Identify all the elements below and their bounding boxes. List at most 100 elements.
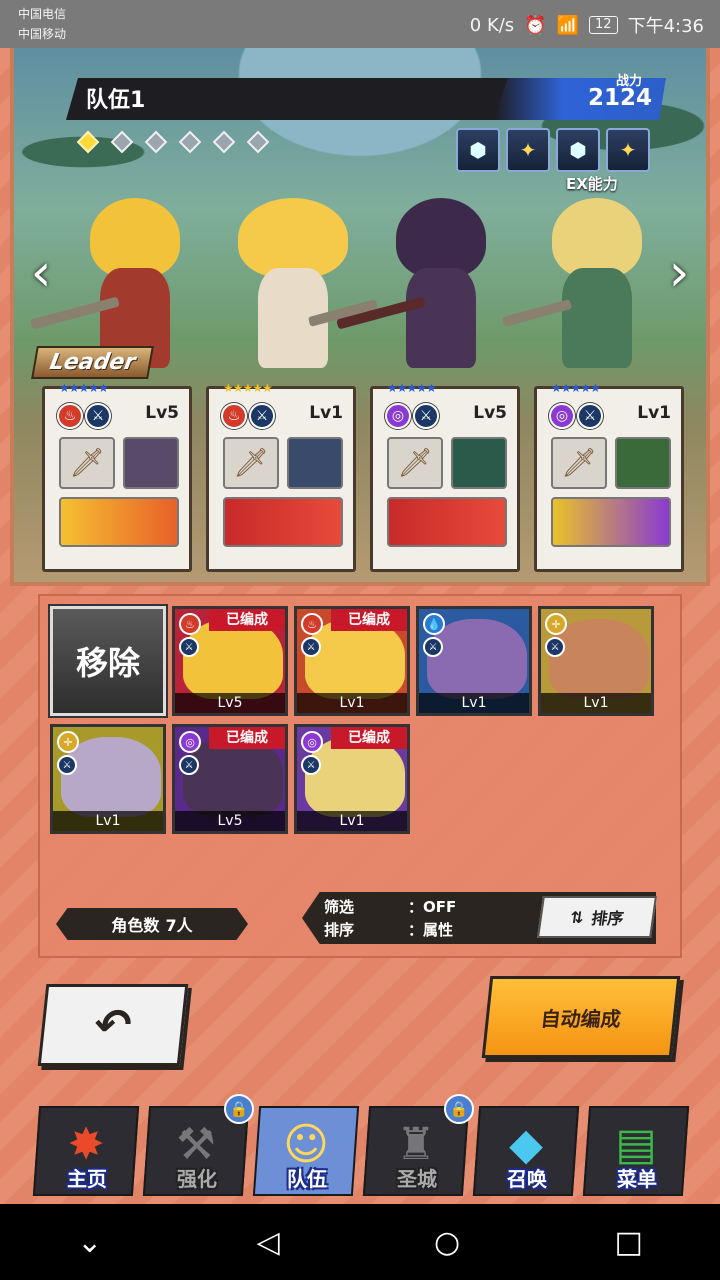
sword-type-icon: ⚔ <box>301 755 321 775</box>
party-character-4[interactable] <box>501 198 660 378</box>
team-name[interactable]: 队伍1 <box>86 82 145 114</box>
auto-form-button[interactable]: 自动编成 <box>481 976 681 1058</box>
fire-icon: ♨ <box>179 613 201 635</box>
team-page-dot[interactable] <box>246 130 270 154</box>
wyrmprint-slot[interactable] <box>123 437 179 489</box>
sword-type-icon: ⚔ <box>57 755 77 775</box>
light-icon: ✛ <box>57 731 79 753</box>
clock: 下午4:36 <box>627 16 704 37</box>
unit-level: Lv1 <box>297 693 407 713</box>
light-icon: ✛ <box>545 613 567 635</box>
home-circle-icon[interactable]: ○ <box>434 1225 460 1260</box>
team-page-dot[interactable] <box>110 130 134 154</box>
weapon-slot[interactable]: 🗡 <box>551 437 607 489</box>
remove-button[interactable]: 移除 <box>50 606 166 716</box>
party-character-3[interactable] <box>336 198 504 378</box>
nav-label: 队伍 <box>287 1167 327 1191</box>
sort-button[interactable]: ⇅ 排序 <box>537 896 657 938</box>
fire-icon: ♨ <box>301 613 323 635</box>
wyrmprint-slot[interactable] <box>287 437 343 489</box>
fire-icon: ♨ <box>57 403 83 429</box>
rarity-stars: ★★★★★ <box>387 381 437 395</box>
party-card-4[interactable]: ★★★★★ ◎ ⚔ Lv1 🗡 <box>534 381 684 572</box>
count-value: 7人 <box>165 916 193 935</box>
status-right: 0 K/s ⏰ 📶 12 下午4:36 <box>470 12 704 38</box>
roster-unit-4[interactable]: ✛ ⚔ Lv1 <box>538 606 654 716</box>
dragon-slot[interactable] <box>387 497 507 547</box>
roster-unit-6[interactable]: ◎ ⚔ 已编成 Lv5 <box>172 724 288 834</box>
auto-form-label: 自动编成 <box>539 1006 623 1031</box>
party-level: Lv1 <box>309 403 343 423</box>
party-scene: 队伍1 战力 2124 ⬢ ✦ ⬢ ✦ EX能力 ‹ › Leader ★★★★… <box>10 48 710 586</box>
count-label: 角色数 <box>111 916 160 935</box>
bottom-nav: ✸ 主页 ⚒ 🔒 强化 ☺ 队伍 ♜ 🔒 圣城 ◆ 召唤 ▤ 菜单 <box>32 1094 690 1198</box>
nav-label: 召唤 <box>507 1167 547 1191</box>
carrier-1: 中国电信 <box>18 7 67 21</box>
nav-label: 主页 <box>67 1167 107 1191</box>
ex-ability-3-icon[interactable]: ⬢ <box>556 128 600 172</box>
sword-type-icon: ⚔ <box>179 755 199 775</box>
dragon-slot[interactable] <box>59 497 179 547</box>
sword-type-icon: ⚔ <box>249 403 275 429</box>
roster-unit-3[interactable]: 💧 ⚔ Lv1 <box>416 606 532 716</box>
sword-type-icon: ⚔ <box>577 403 603 429</box>
ex-ability-2-icon[interactable]: ✦ <box>506 128 550 172</box>
nav-summon[interactable]: ◆ 召唤 <box>472 1094 580 1198</box>
team-page-dot[interactable] <box>76 130 100 154</box>
nav-menu[interactable]: ▤ 菜单 <box>582 1094 690 1198</box>
party-level: Lv5 <box>145 403 179 423</box>
rarity-stars: ★★★★★ <box>223 381 273 395</box>
wyrmprint-slot[interactable] <box>615 437 671 489</box>
in-party-badge: 已编成 <box>209 727 285 749</box>
team-page-dot[interactable] <box>178 130 202 154</box>
leader-tag: Leader <box>31 346 155 379</box>
net-speed: 0 K/s <box>469 14 515 36</box>
party-card-1[interactable]: ★★★★★ ♨ ⚔ Lv5 🗡 <box>42 381 192 572</box>
roster-unit-1[interactable]: ♨ ⚔ 已编成 Lv5 <box>172 606 288 716</box>
nav-party[interactable]: ☺ 队伍 <box>252 1094 360 1198</box>
prev-team-arrow-icon[interactable]: ‹ <box>26 238 56 308</box>
back-arrow-icon: ↶ <box>91 999 135 1051</box>
in-party-badge: 已编成 <box>331 609 407 631</box>
team-page-dot[interactable] <box>212 130 236 154</box>
rarity-stars: ★★★★★ <box>551 381 601 395</box>
unit-level: Lv5 <box>175 811 285 831</box>
recents-square-icon[interactable]: □ <box>614 1225 642 1260</box>
team-page-dot[interactable] <box>144 130 168 154</box>
party-character-2[interactable] <box>228 198 379 378</box>
party-card-3[interactable]: ★★★★★ ◎ ⚔ Lv5 🗡 <box>370 381 520 572</box>
nav-label: 强化 <box>177 1167 217 1191</box>
weapon-slot[interactable]: 🗡 <box>387 437 443 489</box>
weapon-slot[interactable]: 🗡 <box>59 437 115 489</box>
roster-unit-5[interactable]: ✛ ⚔ Lv1 <box>50 724 166 834</box>
dragon-slot[interactable] <box>223 497 343 547</box>
sword-type-icon: ⚔ <box>179 637 199 657</box>
roster-unit-2[interactable]: ♨ ⚔ 已编成 Lv1 <box>294 606 410 716</box>
back-button[interactable]: ↶ <box>37 984 189 1066</box>
wyrmprint-slot[interactable] <box>451 437 507 489</box>
nav-castle[interactable]: ♜ 🔒 圣城 <box>362 1094 474 1198</box>
shadow-icon: ◎ <box>385 403 411 429</box>
sword-type-icon: ⚔ <box>413 403 439 429</box>
unit-level: Lv1 <box>541 693 651 713</box>
party-level: Lv5 <box>473 403 507 423</box>
weapon-slot[interactable]: 🗡 <box>223 437 279 489</box>
ex-ability-1-icon[interactable]: ⬢ <box>456 128 500 172</box>
ex-ability-4-icon[interactable]: ✦ <box>606 128 650 172</box>
sort-icon: ⇅ <box>568 907 586 927</box>
roster-unit-7[interactable]: ◎ ⚔ 已编成 Lv1 <box>294 724 410 834</box>
back-triangle-icon[interactable]: ◁ <box>257 1225 280 1260</box>
nav-enhance[interactable]: ⚒ 🔒 强化 <box>142 1094 254 1198</box>
party-card-2[interactable]: ★★★★★ ♨ ⚔ Lv1 🗡 <box>206 381 356 572</box>
system-nav-bar: ⌄ ◁ ○ □ <box>0 1204 720 1280</box>
party-level: Lv1 <box>637 403 671 423</box>
dragon-slot[interactable] <box>551 497 671 547</box>
status-bar: 中国电信 中国移动 0 K/s ⏰ 📶 12 下午4:36 <box>0 0 720 48</box>
unit-level: Lv1 <box>297 811 407 831</box>
next-team-arrow-icon[interactable]: › <box>664 238 694 308</box>
ex-ability-label: EX能力 <box>566 175 618 193</box>
water-icon: 💧 <box>423 613 445 635</box>
filter-value: ：OFF <box>408 898 457 916</box>
collapse-icon[interactable]: ⌄ <box>77 1225 102 1260</box>
nav-home[interactable]: ✸ 主页 <box>32 1094 140 1198</box>
